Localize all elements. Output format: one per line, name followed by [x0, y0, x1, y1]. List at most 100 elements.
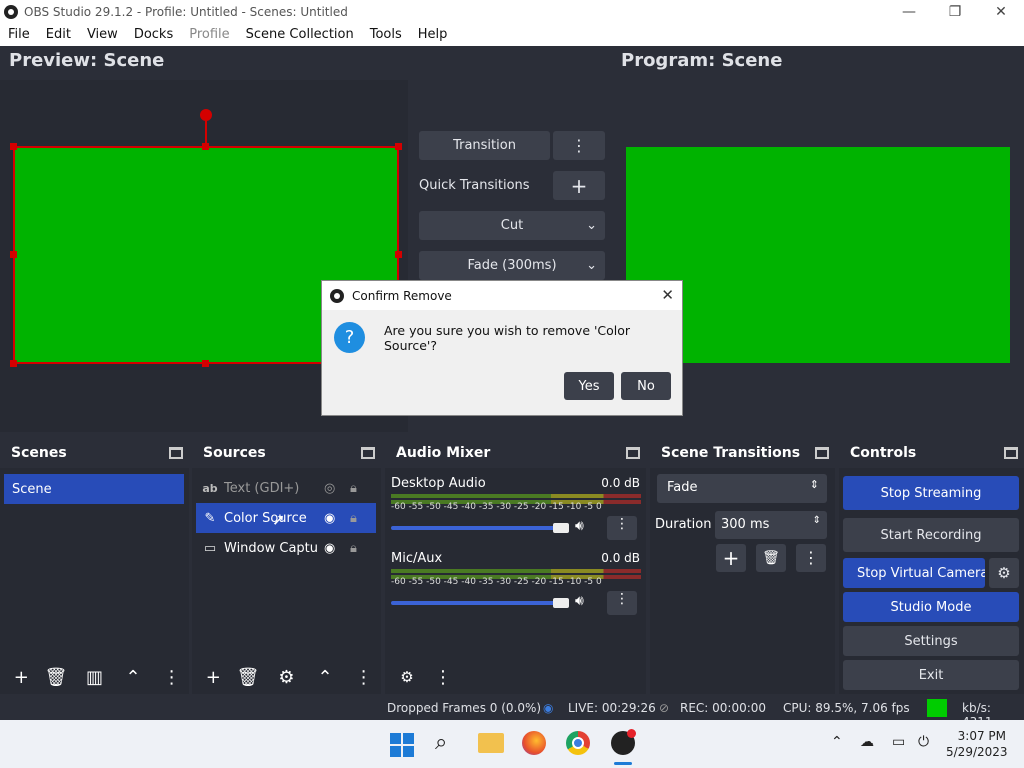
volume-slider[interactable] — [391, 601, 563, 605]
duration-spinbox[interactable]: 300 ms ⇕ — [715, 511, 827, 539]
dialog-close-icon[interactable]: ✕ — [661, 286, 674, 304]
transition-button[interactable]: Transition — [419, 131, 550, 160]
undock-icon[interactable] — [815, 447, 829, 459]
more-icon[interactable]: ⋮ — [346, 662, 381, 692]
clock-date[interactable]: 5/29/2023 — [946, 745, 1008, 759]
menu-docks[interactable]: Docks — [126, 27, 181, 42]
resize-handle[interactable] — [10, 251, 17, 258]
minimize-button[interactable]: — — [886, 0, 932, 23]
close-button[interactable]: ✕ — [978, 0, 1024, 23]
more-icon[interactable]: ⋮ — [607, 591, 637, 615]
menu-view[interactable]: View — [79, 27, 126, 42]
lock-icon[interactable]: 🔒︎ — [350, 511, 357, 526]
more-icon[interactable]: ⋮ — [607, 516, 637, 540]
source-item-text[interactable]: ab Text (GDI+) ◎ 🔒︎ — [196, 473, 376, 503]
undock-icon[interactable] — [361, 447, 375, 459]
lock-icon[interactable]: 🔒︎ — [350, 481, 357, 496]
volume-knob[interactable] — [553, 523, 569, 533]
resize-handle[interactable] — [10, 360, 17, 367]
scene-item[interactable]: Scene — [4, 474, 184, 504]
volume-slider[interactable] — [391, 526, 563, 530]
undock-icon[interactable] — [1004, 447, 1018, 459]
more-icon[interactable]: ⋮ — [796, 544, 826, 572]
volume-meter — [391, 569, 641, 573]
menu-help[interactable]: Help — [410, 27, 456, 42]
maximize-button[interactable]: ❐ — [932, 0, 978, 23]
windows-start-icon[interactable] — [390, 733, 414, 757]
remove-source-icon[interactable]: 🗑 — [231, 662, 266, 692]
spin-icon[interactable]: ⇕ — [813, 515, 821, 526]
more-icon[interactable]: ⋮ — [154, 662, 189, 692]
source-item-color[interactable]: ✎ Color Source ◉ 🔒︎ — [196, 503, 376, 533]
no-button[interactable]: No — [621, 372, 671, 400]
firefox-icon[interactable] — [522, 731, 546, 755]
speaker-icon[interactable]: 🔊︎ — [575, 593, 584, 609]
eye-icon[interactable]: ◉ — [324, 511, 350, 526]
resize-handle[interactable] — [395, 143, 402, 150]
dialog-message: Are you sure you wish to remove 'Color S… — [384, 323, 631, 353]
health-indicator — [927, 699, 947, 717]
stop-streaming-button[interactable]: Stop Streaming — [843, 476, 1019, 510]
move-up-icon[interactable]: ⌃ — [116, 662, 151, 692]
add-transition-icon[interactable]: + — [716, 544, 746, 572]
source-label: Window Captu — [224, 540, 319, 556]
remove-transition-icon[interactable]: 🗑 — [756, 544, 786, 572]
cut-transition-button[interactable]: Cut ⌄ — [419, 211, 605, 240]
resize-handle[interactable] — [202, 360, 209, 367]
add-scene-icon[interactable]: + — [4, 662, 39, 692]
add-source-icon[interactable]: + — [196, 662, 231, 692]
cloud-icon[interactable]: ☁ — [860, 734, 874, 750]
menu-file[interactable]: File — [0, 27, 38, 42]
menu-scene-collection[interactable]: Scene Collection — [238, 27, 362, 42]
display-icon[interactable]: ▭ — [892, 734, 905, 750]
menu-tools[interactable]: Tools — [362, 27, 410, 42]
resize-handle[interactable] — [202, 143, 209, 150]
search-icon[interactable]: ⌕ — [435, 730, 447, 755]
stop-virtual-camera-button[interactable]: Stop Virtual Camera — [843, 558, 985, 588]
meter-ticks: -60 -55 -50 -45 -40 -35 -30 -25 -20 -15 … — [391, 502, 602, 512]
menu-edit[interactable]: Edit — [38, 27, 79, 42]
advanced-audio-gear-icon[interactable]: ⚙ — [389, 662, 425, 692]
lock-icon[interactable]: 🔒︎ — [350, 541, 357, 556]
speaker-icon[interactable]: 🔊︎ — [575, 518, 584, 534]
gear-icon[interactable]: ⚙ — [269, 662, 304, 692]
scene-filters-icon[interactable]: ▥ — [77, 662, 112, 692]
clock-time[interactable]: 3:07 PM — [950, 729, 1006, 743]
yes-button[interactable]: Yes — [564, 372, 614, 400]
meter-ticks: -60 -55 -50 -45 -40 -35 -30 -25 -20 -15 … — [391, 577, 602, 587]
network-icon[interactable]: ⏻ — [918, 734, 929, 750]
fade-transition-button[interactable]: Fade (300ms) ⌄ — [419, 251, 605, 280]
add-quick-transition-button[interactable]: + — [553, 171, 605, 200]
transition-more-icon[interactable]: ⋮ — [553, 131, 605, 160]
rotation-handle[interactable] — [200, 109, 212, 121]
start-recording-button[interactable]: Start Recording — [843, 518, 1019, 552]
settings-button[interactable]: Settings — [843, 626, 1019, 656]
source-item-window[interactable]: ▭ Window Captu ◉ 🔒︎ — [196, 533, 376, 563]
windows-taskbar: ⌕ ⌃ ☁ ▭ ⏻ 3:07 PM 5/29/2023 — [0, 720, 1024, 768]
studio-mode-button[interactable]: Studio Mode — [843, 592, 1019, 622]
audio-mixer-dock: Audio Mixer Desktop Audio 0.0 dB -60 -55… — [385, 438, 646, 694]
transition-select[interactable]: Fade ⇕ — [657, 474, 827, 503]
file-explorer-icon[interactable] — [478, 733, 504, 753]
menu-profile[interactable]: Profile — [181, 27, 237, 42]
chrome-center-icon — [572, 737, 584, 749]
eye-icon[interactable]: ◉ — [324, 541, 350, 556]
undock-icon[interactable] — [626, 447, 640, 459]
broadcast-icon: ◉ — [543, 701, 554, 715]
cpu-usage: CPU: 89.5%, 7.06 fps — [783, 701, 910, 715]
eye-hidden-icon[interactable]: ◎ — [324, 481, 350, 496]
more-icon[interactable]: ⋮ — [425, 662, 461, 692]
resize-handle[interactable] — [10, 143, 17, 150]
audio-toolbar: ⚙ ⋮ — [385, 660, 646, 694]
virtual-camera-gear-icon[interactable]: ⚙ — [989, 558, 1019, 588]
scene-transitions-dock: Scene Transitions Fade ⇕ Duration 300 ms… — [650, 438, 835, 694]
resize-handle[interactable] — [395, 251, 402, 258]
remove-scene-icon[interactable]: 🗑 — [39, 662, 74, 692]
sources-header: Sources — [192, 438, 381, 468]
volume-knob[interactable] — [553, 598, 569, 608]
confirm-remove-dialog: Confirm Remove ✕ ? Are you sure you wish… — [321, 280, 683, 416]
chevron-up-icon[interactable]: ⌃ — [831, 734, 843, 750]
undock-icon[interactable] — [169, 447, 183, 459]
move-up-icon[interactable]: ⌃ — [308, 662, 343, 692]
exit-button[interactable]: Exit — [843, 660, 1019, 690]
